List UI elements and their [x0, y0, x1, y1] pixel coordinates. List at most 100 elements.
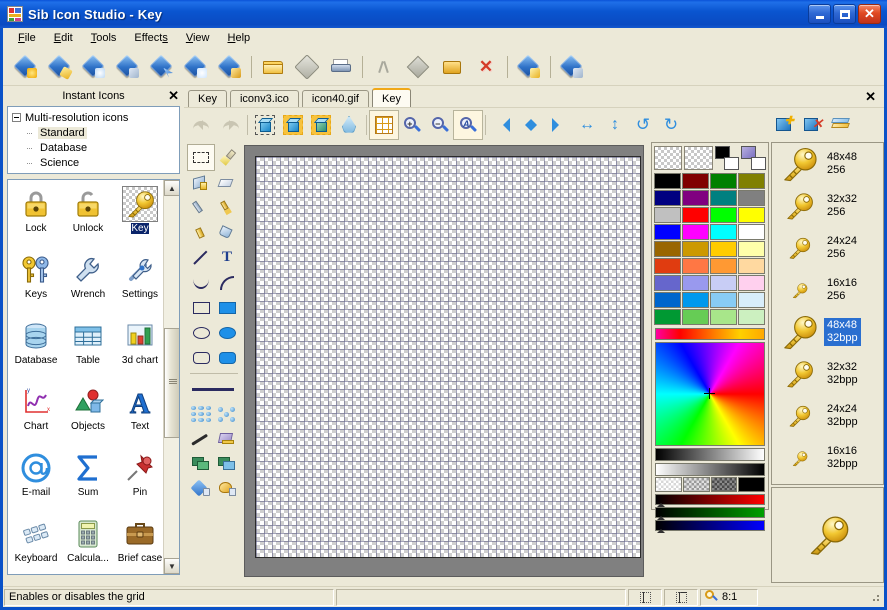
view-normal-button[interactable] — [251, 111, 279, 139]
category-tree[interactable]: Multi-resolution icons ··· Standard ··· … — [7, 106, 180, 174]
palette-color-8[interactable] — [654, 207, 681, 223]
icon-wizard-button[interactable] — [43, 51, 77, 83]
palette-color-24[interactable] — [654, 275, 681, 291]
edit-icon-button[interactable] — [213, 51, 247, 83]
flip-vertical-button[interactable]: ↕ — [601, 111, 629, 139]
close-icon[interactable]: ✕ — [168, 89, 179, 102]
palette-color-9[interactable] — [682, 207, 709, 223]
paint-bucket-tool[interactable] — [214, 220, 240, 245]
pattern-dense-tool[interactable] — [188, 401, 214, 426]
new-icon-button[interactable] — [9, 51, 43, 83]
layer-blue-tool[interactable] — [214, 451, 240, 476]
close-button[interactable]: ✕ — [858, 4, 881, 24]
gallery-item-key[interactable]: Key — [114, 184, 166, 250]
copy-button[interactable] — [401, 51, 435, 83]
spray-tool[interactable] — [188, 220, 214, 245]
alpha-preset-66[interactable] — [711, 477, 738, 492]
flip-horizontal-button[interactable]: ↔ — [573, 111, 601, 139]
lock-transparency-tool[interactable] — [188, 476, 214, 501]
grayscale-bar[interactable] — [655, 448, 765, 461]
color-wheel-picker[interactable] — [655, 342, 765, 446]
resize-grip[interactable] — [868, 590, 882, 604]
menu-effects[interactable]: Effects — [125, 30, 176, 46]
gallery-item-pin[interactable]: Pin — [114, 448, 166, 514]
smudge-tool[interactable] — [188, 426, 214, 451]
move-vertical-button[interactable] — [517, 111, 545, 139]
gallery-item-keys[interactable]: Keys — [10, 250, 62, 316]
tree-item-science[interactable]: ··· Science — [12, 155, 175, 170]
size-row-16x16-256[interactable]: 16x16256 — [772, 269, 883, 311]
size-row-48x48-256[interactable]: 48x48256 — [772, 143, 883, 185]
alpha-preset-100[interactable] — [738, 477, 765, 492]
tree-item-standard[interactable]: ··· Standard — [12, 125, 175, 140]
palette-color-18[interactable] — [710, 241, 737, 257]
green-slider[interactable] — [655, 507, 765, 518]
cut-button[interactable] — [367, 51, 401, 83]
maximize-button[interactable] — [833, 4, 856, 24]
gallery-item-unlock[interactable]: Unlock — [62, 184, 114, 250]
palette-color-33[interactable] — [682, 309, 709, 325]
view-mask-button[interactable] — [279, 111, 307, 139]
palette-color-15[interactable] — [738, 224, 765, 240]
gallery-item-text[interactable]: AText — [114, 382, 166, 448]
redo-button[interactable] — [216, 111, 244, 139]
palette-color-19[interactable] — [738, 241, 765, 257]
gallery-item-keyboard[interactable]: Keyboard — [10, 514, 62, 575]
palette-color-10[interactable] — [710, 207, 737, 223]
swap-colors-icon[interactable] — [741, 146, 766, 170]
icon-gallery[interactable]: LockUnlock KeyKeysWrenchSettingsDatabase… — [7, 179, 180, 575]
save-button[interactable] — [290, 51, 324, 83]
pencil-tool[interactable] — [188, 195, 214, 220]
palette-color-26[interactable] — [710, 275, 737, 291]
delete-image-button[interactable]: ✕ — [799, 111, 827, 139]
document-tab-2[interactable]: icon40.gif — [302, 90, 369, 107]
tree-item-database[interactable]: ··· Database — [12, 140, 175, 155]
transparency-button[interactable] — [335, 111, 363, 139]
palette-color-28[interactable] — [654, 292, 681, 308]
open-button[interactable] — [256, 51, 290, 83]
paste-button[interactable] — [435, 51, 469, 83]
alpha-preset-0[interactable] — [655, 477, 682, 492]
size-row-48x48-32bpp[interactable]: 48x4832bpp — [772, 311, 883, 353]
palette-color-17[interactable] — [682, 241, 709, 257]
curve-tool[interactable] — [188, 270, 214, 295]
size-row-16x16-32bpp[interactable]: 16x1632bpp — [772, 437, 883, 479]
select-icon-button[interactable] — [145, 51, 179, 83]
new-library-button[interactable] — [111, 51, 145, 83]
color-palette[interactable] — [652, 171, 768, 327]
menu-edit[interactable]: Edit — [45, 30, 82, 46]
zoom-in-button[interactable]: + — [398, 111, 426, 139]
image-list-button[interactable] — [827, 111, 855, 139]
scroll-down-icon[interactable]: ▼ — [164, 558, 180, 574]
red-slider[interactable] — [655, 494, 765, 505]
document-tab-3[interactable]: Key — [372, 88, 411, 107]
line-width-tool[interactable] — [188, 376, 240, 401]
palette-color-30[interactable] — [710, 292, 737, 308]
foreground-background-swatch[interactable] — [715, 146, 740, 170]
gallery-item-sum[interactable]: Sum — [62, 448, 114, 514]
scrollbar-thumb[interactable] — [164, 328, 180, 438]
add-image-button[interactable]: ✚ — [771, 111, 799, 139]
ellipse-tool[interactable] — [188, 320, 214, 345]
palette-color-5[interactable] — [682, 190, 709, 206]
layer-green-tool[interactable] — [188, 451, 214, 476]
view-alpha-button[interactable] — [307, 111, 335, 139]
line-tool[interactable] — [188, 245, 214, 270]
menu-tools[interactable]: Tools — [82, 30, 126, 46]
color-picker-tool[interactable] — [214, 145, 240, 170]
gallery-scrollbar[interactable]: ▲ ▼ — [163, 180, 179, 574]
gallery-item-table[interactable]: Table — [62, 316, 114, 382]
delete-button[interactable]: ✕ — [469, 51, 503, 83]
icon-size-list[interactable]: 48x48256 32x32256 — [771, 142, 884, 485]
document-tab-0[interactable]: Key — [188, 90, 227, 107]
gloss-tool[interactable] — [214, 426, 240, 451]
palette-color-20[interactable] — [654, 258, 681, 274]
palette-color-32[interactable] — [654, 309, 681, 325]
size-row-32x32-32bpp[interactable]: 32x3232bpp — [772, 353, 883, 395]
pattern-sparse-tool[interactable] — [214, 401, 240, 426]
options-button[interactable] — [555, 51, 589, 83]
collapse-icon[interactable] — [12, 113, 21, 122]
palette-color-0[interactable] — [654, 173, 681, 189]
undo-button[interactable] — [188, 111, 216, 139]
menu-help[interactable]: Help — [219, 30, 260, 46]
